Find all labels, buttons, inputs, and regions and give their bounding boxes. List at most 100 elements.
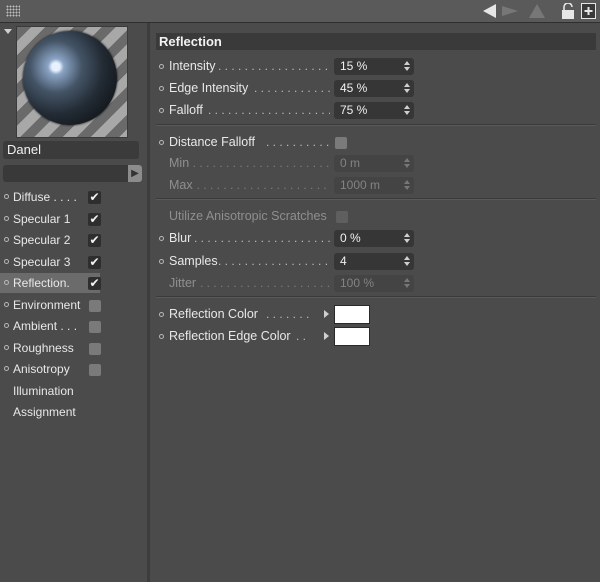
separator [156, 124, 596, 126]
spin-arrows-icon[interactable] [404, 180, 410, 191]
keyframe-dot-icon[interactable] [159, 140, 164, 145]
preview-sphere [23, 31, 117, 125]
reflection-edge-color-label: Reflection Edge Color [169, 329, 291, 343]
keyframe-dot-icon[interactable] [159, 236, 164, 241]
edge-intensity-spinner[interactable]: 45 % [334, 80, 414, 97]
channel-label: Diffuse . . . . [13, 190, 77, 204]
keyframe-dot-icon[interactable] [159, 86, 164, 91]
channel-item[interactable]: Ambient . . . [0, 316, 147, 336]
channel-dot-icon [4, 366, 9, 371]
channel-dot-icon [4, 302, 9, 307]
reflection-edge-color-swatch[interactable] [334, 327, 370, 346]
spin-arrows-icon[interactable] [404, 105, 410, 116]
channel-label: Anisotropy [13, 362, 70, 376]
min-spinner[interactable]: 0 m [334, 155, 414, 172]
channel-label: Roughness [13, 341, 74, 355]
channel-checkbox-checked[interactable]: ✔ [88, 256, 101, 269]
keyframe-dot-icon[interactable] [159, 312, 164, 317]
up-arrow-icon[interactable] [528, 3, 546, 19]
channel-item[interactable]: Roughness [0, 338, 147, 358]
reflection-color-swatch[interactable] [334, 305, 370, 324]
channel-sidebar: Danel ▶ Diffuse . . . . ✔ Specular 1 ✔ Specu… [0, 23, 148, 582]
grip-icon[interactable] [6, 5, 20, 17]
distance-falloff-checkbox[interactable] [335, 137, 347, 149]
channel-checkbox[interactable] [89, 300, 101, 312]
spin-arrows-icon[interactable] [404, 61, 410, 72]
distance-falloff-label: Distance Falloff [169, 135, 255, 149]
channel-checkbox[interactable] [89, 321, 101, 333]
edge-intensity-row: Edge Intensity . . . . . . . . . . . . .… [150, 79, 600, 99]
channel-checkbox-checked[interactable]: ✔ [88, 213, 101, 226]
distance-falloff-row: Distance Falloff . . . . . . . . . . [150, 133, 600, 153]
channel-item[interactable]: Specular 3 ✔ [0, 252, 147, 272]
channel-label: Ambient . . . [13, 319, 78, 333]
layer-field[interactable] [3, 165, 128, 182]
channel-item[interactable]: Specular 2 ✔ [0, 230, 147, 250]
samples-row: Samples . . . . . . . . . . . . . . . . … [150, 252, 600, 272]
back-arrow-icon[interactable] [481, 3, 497, 19]
channel-checkbox[interactable] [89, 364, 101, 376]
intensity-label: Intensity [169, 59, 216, 73]
max-spinner[interactable]: 1000 m [334, 177, 414, 194]
edge-intensity-label: Edge Intensity [169, 81, 249, 95]
separator [156, 296, 596, 298]
channel-dot-icon [4, 280, 9, 285]
lock-icon[interactable] [561, 3, 575, 20]
falloff-row: Falloff . . . . . . . . . . . . . . . . … [150, 101, 600, 121]
channel-checkbox[interactable] [89, 343, 101, 355]
channel-item[interactable]: Assignment [0, 402, 147, 422]
reflection-color-row: Reflection Color . . . . . . . [150, 305, 600, 325]
intensity-spinner[interactable]: 15 % [334, 58, 414, 75]
channel-dot-icon [4, 345, 9, 350]
expand-arrow-icon[interactable] [324, 332, 329, 340]
attributes-panel: Reflection Intensity . . . . . . . . . .… [150, 23, 600, 582]
channel-item[interactable]: Anisotropy [0, 359, 147, 379]
channel-label: Specular 2 [13, 233, 71, 247]
channel-checkbox-checked[interactable]: ✔ [88, 277, 101, 290]
reflection-color-label: Reflection Color [169, 307, 258, 321]
anisotropic-label: Utilize Anisotropic Scratches [169, 209, 327, 223]
blur-spinner[interactable]: 0 % [334, 230, 414, 247]
anisotropic-checkbox[interactable] [336, 211, 348, 223]
channel-item[interactable]: Diffuse . . . . ✔ [0, 187, 147, 207]
spin-arrows-icon[interactable] [404, 158, 410, 169]
channel-item[interactable]: Illumination [0, 381, 147, 401]
material-name-field[interactable]: Danel [3, 141, 139, 159]
forward-arrow-icon[interactable] [500, 3, 520, 19]
material-preview[interactable] [16, 26, 128, 138]
expand-arrow-icon[interactable] [324, 310, 329, 318]
channel-dot-icon [4, 194, 9, 199]
blur-row: Blur . . . . . . . . . . . . . . . . . .… [150, 229, 600, 249]
preview-menu-icon[interactable] [4, 29, 12, 34]
channel-label: Environment [13, 298, 81, 312]
spin-arrows-icon[interactable] [404, 256, 410, 267]
channel-item[interactable]: Environment [0, 295, 147, 315]
channel-checkbox-checked[interactable]: ✔ [88, 234, 101, 247]
channel-item[interactable]: Specular 1 ✔ [0, 209, 147, 229]
samples-spinner[interactable]: 4 [334, 253, 414, 270]
channel-checkbox-checked[interactable]: ✔ [88, 191, 101, 204]
keyframe-dot-icon[interactable] [159, 108, 164, 113]
falloff-spinner[interactable]: 75 % [334, 102, 414, 119]
keyframe-dot-icon[interactable] [159, 334, 164, 339]
spin-arrows-icon[interactable] [404, 83, 410, 94]
channel-dot-icon [4, 259, 9, 264]
layer-arrow-button[interactable]: ▶ [128, 165, 142, 182]
channel-label: Specular 1 [13, 212, 71, 226]
spin-arrows-icon[interactable] [404, 278, 410, 289]
channel-item[interactable]: Reflection. ✔ [0, 273, 147, 293]
channel-label: Specular 3 [13, 255, 71, 269]
channel-dot-icon [4, 216, 9, 221]
falloff-label: Falloff [169, 103, 203, 117]
jitter-spinner[interactable]: 100 % [334, 275, 414, 292]
spin-arrows-icon[interactable] [404, 233, 410, 244]
keyframe-dot-icon[interactable] [159, 259, 164, 264]
separator [156, 198, 596, 200]
channel-label: Assignment [13, 405, 76, 419]
jitter-label: Jitter [169, 276, 197, 290]
intensity-row: Intensity . . . . . . . . . . . . . . . … [150, 57, 600, 77]
new-window-icon[interactable] [581, 3, 596, 19]
keyframe-dot-icon[interactable] [159, 64, 164, 69]
samples-label: Samples [169, 254, 218, 268]
max-row: Max . . . . . . . . . . . . . . . . . . … [150, 176, 600, 196]
